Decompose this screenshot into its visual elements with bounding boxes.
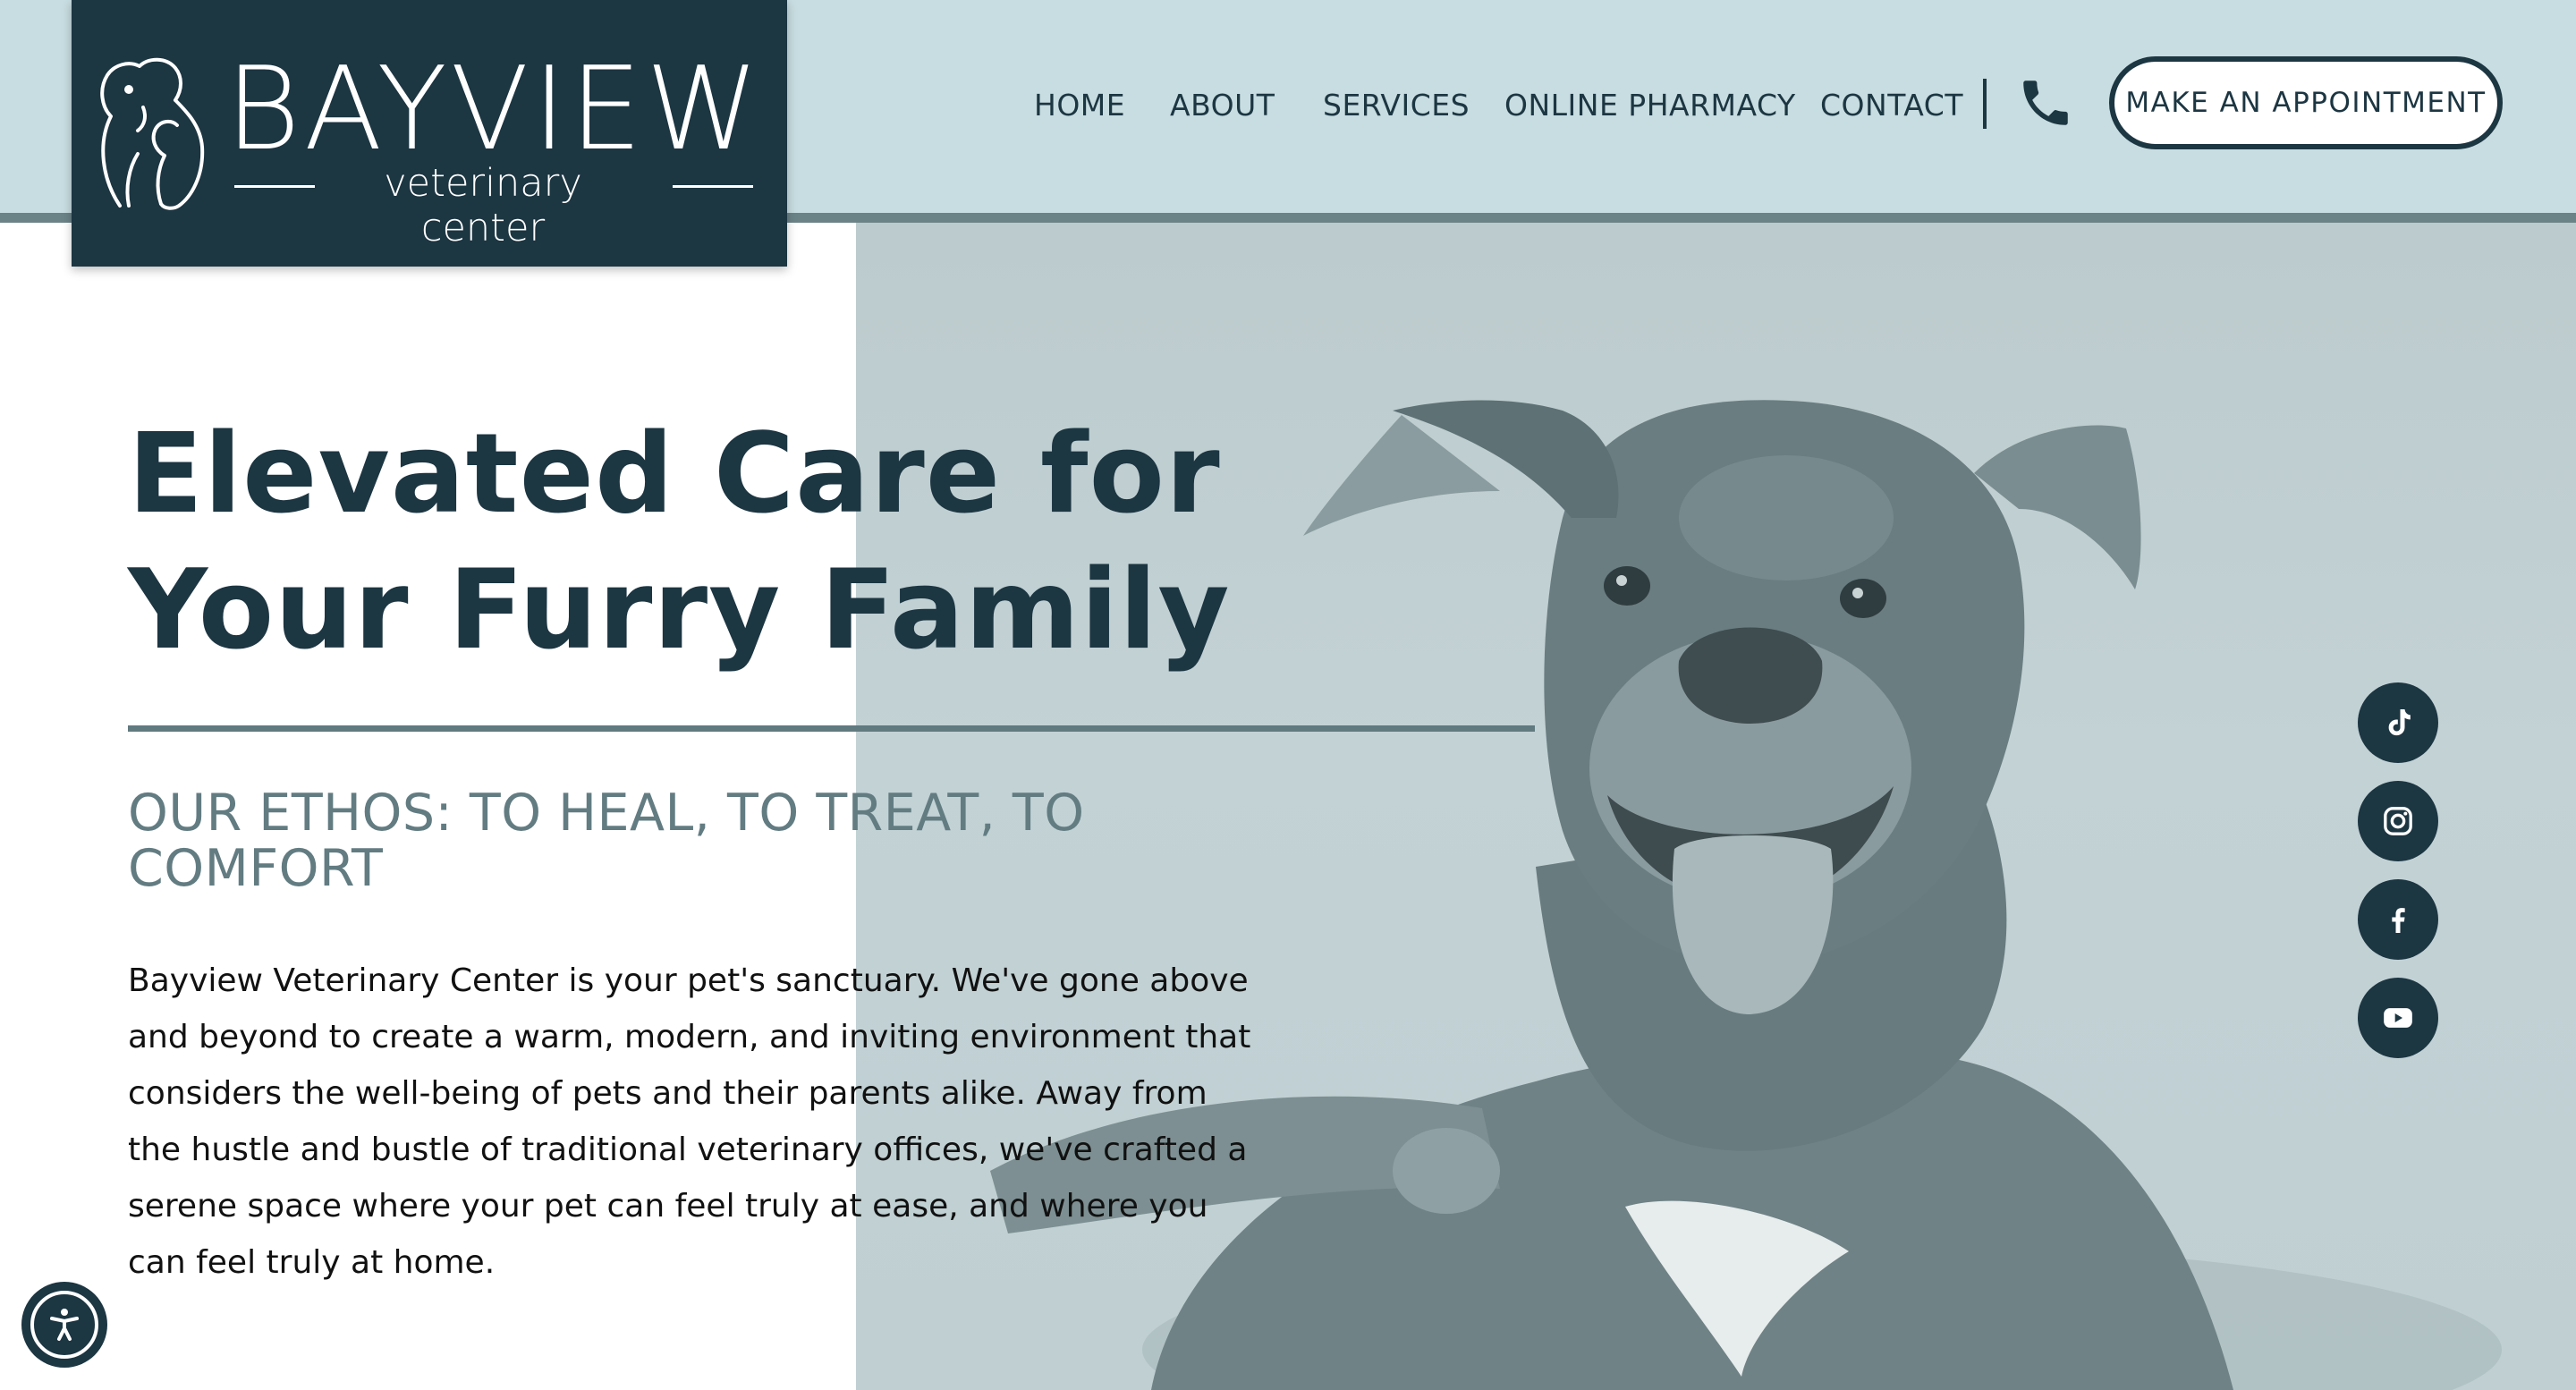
hero-title-line-2: Your Furry Family xyxy=(128,547,1231,674)
hero-divider xyxy=(128,725,1535,732)
hero-title-line-1: Elevated Care for xyxy=(128,411,1221,538)
nav-contact[interactable]: CONTACT xyxy=(1820,88,1963,123)
nav-online-pharmacy[interactable]: ONLINE PHARMACY xyxy=(1504,88,1796,123)
phone-icon[interactable] xyxy=(2016,73,2075,132)
accessibility-figure-icon xyxy=(50,1309,79,1341)
ethos-heading: OUR ETHOS: TO HEAL, TO TREAT, TO COMFORT xyxy=(128,784,1085,898)
accessibility-icon xyxy=(30,1291,98,1359)
nav-services[interactable]: SERVICES xyxy=(1323,88,1470,123)
facebook-icon xyxy=(2392,908,2405,933)
instagram-icon xyxy=(2384,807,2412,835)
logo-rule-left xyxy=(234,185,315,188)
dog-cat-outline-logo-icon xyxy=(100,57,205,210)
accessibility-button[interactable] xyxy=(21,1282,107,1368)
logo-wordmark: BAYVIEW xyxy=(225,43,763,176)
intro-paragraph: Bayview Veterinary Center is your pet's … xyxy=(128,962,1251,1281)
logo-rule-right xyxy=(673,185,753,188)
nav-divider xyxy=(1983,79,1987,129)
youtube-button[interactable] xyxy=(2358,978,2438,1058)
make-appointment-button[interactable]: MAKE AN APPOINTMENT xyxy=(2109,56,2503,149)
nav-home[interactable]: HOME xyxy=(1034,88,1125,123)
hero-title: Elevated Care for Your Furry Family xyxy=(128,407,1291,679)
facebook-button[interactable] xyxy=(2358,879,2438,960)
instagram-button[interactable] xyxy=(2358,781,2438,861)
tiktok-button[interactable] xyxy=(2358,682,2438,763)
logo-subtitle: veterinary center xyxy=(384,161,582,250)
site-logo[interactable]: BAYVIEW veterinary center xyxy=(72,0,787,267)
nav-about[interactable]: ABOUT xyxy=(1170,88,1275,123)
tiktok-icon xyxy=(2388,709,2411,736)
youtube-icon xyxy=(2384,1008,2412,1028)
